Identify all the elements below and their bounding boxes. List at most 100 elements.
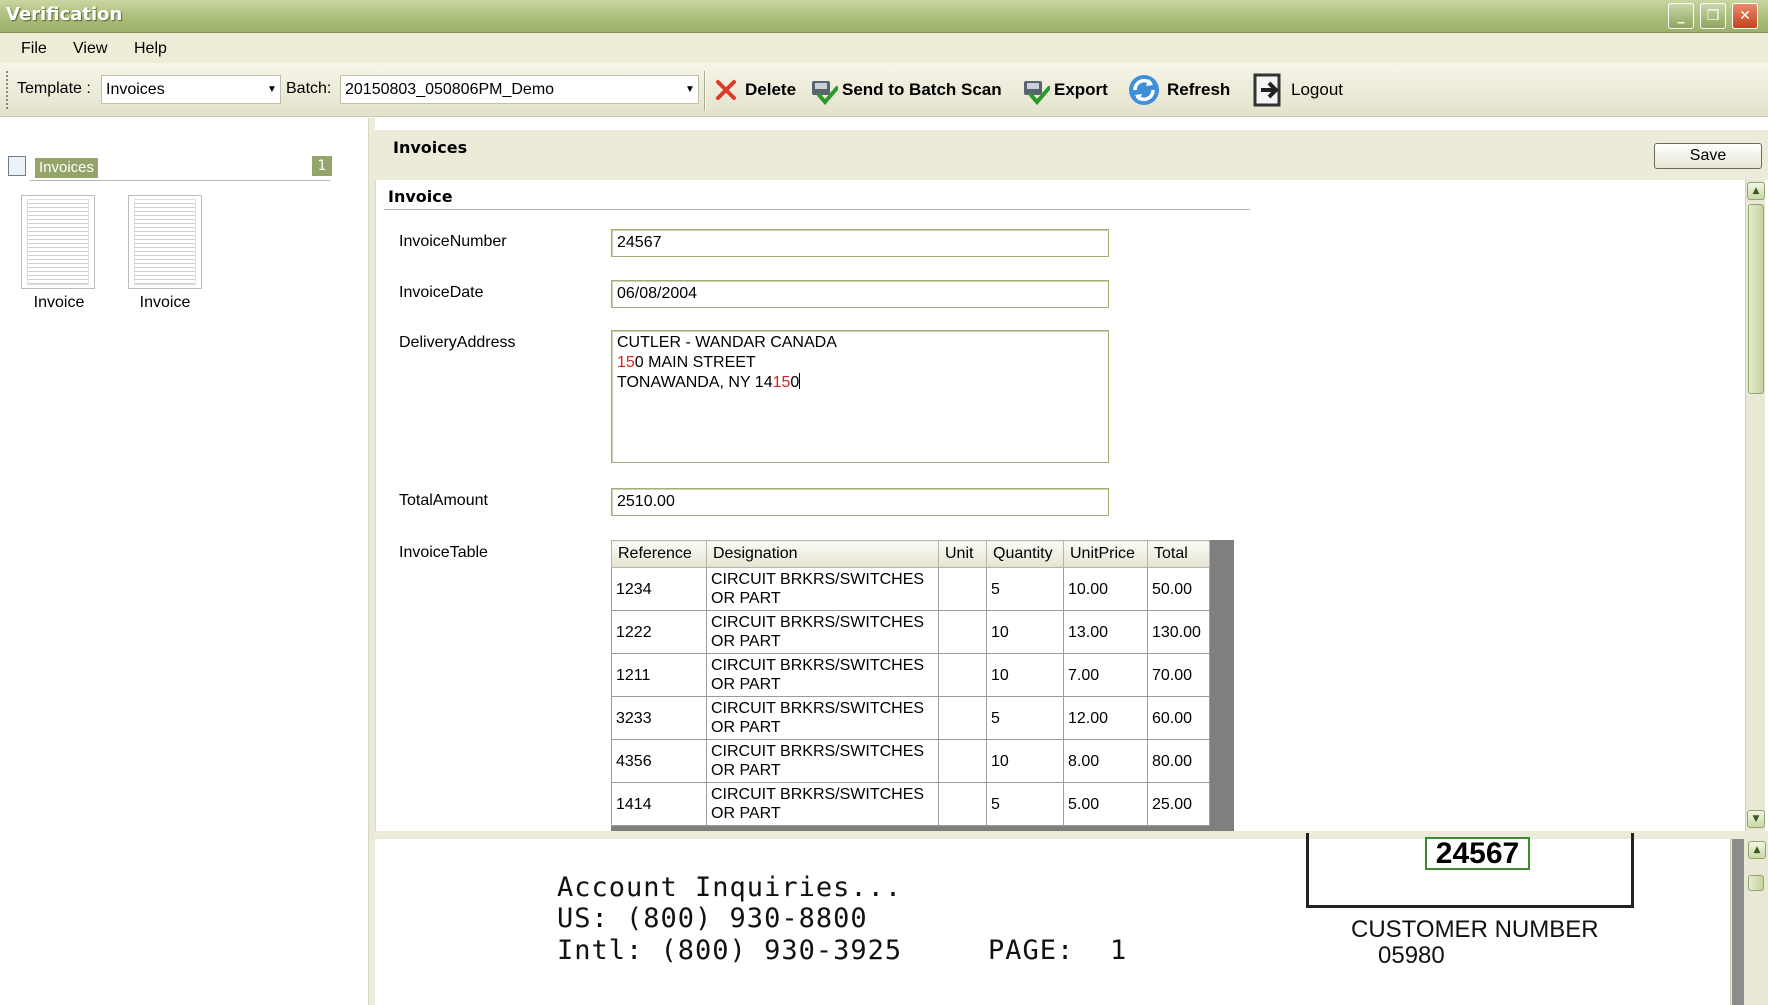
invoice-grid: Reference Designation Unit Quantity Unit… [611, 540, 1210, 826]
invoice-number-field[interactable]: 24567 [611, 229, 1109, 257]
cell-unit-price[interactable]: 8.00 [1063, 739, 1148, 783]
table-row[interactable]: 1211 CIRCUIT BRKRS/SWITCHES OR PART 10 7.… [611, 653, 1210, 697]
cell-designation[interactable]: CIRCUIT BRKRS/SWITCHES OR PART [706, 696, 939, 740]
column-header-reference[interactable]: Reference [611, 540, 707, 568]
table-header-row: Reference Designation Unit Quantity Unit… [611, 540, 1210, 568]
tree-node-invoices[interactable]: Invoices [35, 158, 99, 178]
cell-unit[interactable] [938, 696, 987, 740]
panel-title: Invoices [393, 138, 468, 157]
column-header-designation[interactable]: Designation [706, 540, 939, 568]
scroll-up-icon[interactable]: ▲ [1748, 841, 1766, 859]
delete-button[interactable]: Delete [713, 75, 796, 105]
cell-quantity[interactable]: 5 [986, 567, 1064, 611]
document-thumbnail[interactable] [128, 195, 202, 289]
cell-total[interactable]: 60.00 [1147, 696, 1210, 740]
chevron-down-icon[interactable]: ▼ [682, 76, 698, 103]
tree-divider [30, 180, 330, 181]
cell-unit-price[interactable]: 5.00 [1063, 782, 1148, 826]
invoice-table[interactable]: Reference Designation Unit Quantity Unit… [611, 540, 1234, 832]
cell-total[interactable]: 130.00 [1147, 610, 1210, 654]
highlighted-field-region: 24567 [1425, 837, 1530, 870]
document-thumbnail[interactable] [21, 195, 95, 289]
cell-reference[interactable]: 3233 [611, 696, 707, 740]
address-line-3-highlight: 15 [772, 374, 791, 391]
scroll-up-icon[interactable]: ▲ [1747, 182, 1765, 200]
scrollbar-thumb[interactable] [1748, 204, 1764, 394]
cell-designation[interactable]: CIRCUIT BRKRS/SWITCHES OR PART [706, 739, 939, 783]
export-button[interactable]: Export [1022, 75, 1108, 106]
send-to-batch-scan-button[interactable]: Send to Batch Scan [810, 75, 1002, 106]
cell-designation[interactable]: CIRCUIT BRKRS/SWITCHES OR PART [706, 610, 939, 654]
menu-file[interactable]: File [21, 40, 47, 58]
toolbar-grip[interactable] [6, 71, 9, 109]
scrollbar-thumb[interactable] [1748, 875, 1764, 891]
window-title: Verification [6, 4, 123, 25]
cell-quantity[interactable]: 10 [986, 739, 1064, 783]
document-page-icon [27, 199, 89, 285]
close-icon[interactable]: ✕ [1732, 3, 1758, 29]
cell-quantity[interactable]: 5 [986, 696, 1064, 740]
column-header-unit[interactable]: Unit [938, 540, 987, 568]
menu-view[interactable]: View [73, 40, 107, 58]
cell-designation[interactable]: CIRCUIT BRKRS/SWITCHES OR PART [706, 567, 939, 611]
cell-unit-price[interactable]: 10.00 [1063, 567, 1148, 611]
cell-designation[interactable]: CIRCUIT BRKRS/SWITCHES OR PART [706, 653, 939, 697]
cell-total[interactable]: 70.00 [1147, 653, 1210, 697]
refresh-button[interactable]: Refresh [1127, 75, 1230, 105]
table-row[interactable]: 4356 CIRCUIT BRKRS/SWITCHES OR PART 10 8.… [611, 739, 1210, 783]
batch-select[interactable]: 20150803_050806PM_Demo ▼ [340, 75, 699, 104]
document-list-icon [8, 156, 26, 176]
invoice-date-field[interactable]: 06/08/2004 [611, 280, 1109, 308]
cell-total[interactable]: 50.00 [1147, 567, 1210, 611]
chevron-down-icon[interactable]: ▼ [264, 76, 280, 103]
template-select[interactable]: Invoices ▼ [101, 75, 281, 104]
cell-unit[interactable] [938, 610, 987, 654]
export-check-icon [1022, 77, 1051, 106]
cell-quantity[interactable]: 10 [986, 610, 1064, 654]
cell-quantity[interactable]: 10 [986, 653, 1064, 697]
column-header-unit-price[interactable]: UnitPrice [1063, 540, 1148, 568]
table-row[interactable]: 1234 CIRCUIT BRKRS/SWITCHES OR PART 5 10.… [611, 567, 1210, 611]
designation-line: OR PART [711, 676, 781, 693]
delivery-address-field[interactable]: CUTLER - WANDAR CANADA 150 MAIN STREET T… [611, 330, 1109, 463]
column-header-total[interactable]: Total [1147, 540, 1210, 568]
cell-unit[interactable] [938, 739, 987, 783]
address-line-3-text: TONAWANDA, NY 14 [617, 374, 773, 391]
batch-label: Batch: [286, 80, 332, 97]
cell-designation[interactable]: CIRCUIT BRKRS/SWITCHES OR PART [706, 782, 939, 826]
table-row[interactable]: 3233 CIRCUIT BRKRS/SWITCHES OR PART 5 12.… [611, 696, 1210, 740]
menu-help[interactable]: Help [134, 40, 167, 58]
refresh-icon [1127, 73, 1161, 107]
table-row[interactable]: 1414 CIRCUIT BRKRS/SWITCHES OR PART 5 5.0… [611, 782, 1210, 826]
scroll-down-icon[interactable]: ▼ [1747, 810, 1765, 828]
cell-reference[interactable]: 1234 [611, 567, 707, 611]
scan-page-value: 1 [1110, 935, 1128, 966]
cell-quantity[interactable]: 5 [986, 782, 1064, 826]
table-row[interactable]: 1222 CIRCUIT BRKRS/SWITCHES OR PART 10 13… [611, 610, 1210, 654]
restore-icon[interactable]: ❐ [1700, 3, 1726, 29]
cell-reference[interactable]: 1414 [611, 782, 707, 826]
save-button[interactable]: Save [1654, 143, 1762, 169]
cell-reference[interactable]: 1211 [611, 653, 707, 697]
cell-total[interactable]: 25.00 [1147, 782, 1210, 826]
cell-unit-price[interactable]: 12.00 [1063, 696, 1148, 740]
cell-unit[interactable] [938, 653, 987, 697]
minimize-icon[interactable]: _ [1668, 3, 1694, 29]
cell-reference[interactable]: 4356 [611, 739, 707, 783]
form-scrollbar[interactable]: ▲ ▼ [1745, 180, 1765, 831]
scan-customer-label: CUSTOMER NUMBER [1351, 916, 1599, 943]
cell-unit[interactable] [938, 567, 987, 611]
total-amount-field[interactable]: 2510.00 [611, 488, 1109, 516]
column-header-quantity[interactable]: Quantity [986, 540, 1064, 568]
cell-unit[interactable] [938, 782, 987, 826]
address-line-3-end: 0 [790, 374, 800, 391]
cell-reference[interactable]: 1222 [611, 610, 707, 654]
image-scrollbar[interactable]: ▲ [1730, 839, 1768, 1005]
panel-splitter[interactable] [368, 118, 375, 1005]
designation-line: OR PART [711, 805, 781, 822]
cell-unit-price[interactable]: 13.00 [1063, 610, 1148, 654]
cell-total[interactable]: 80.00 [1147, 739, 1210, 783]
cell-unit-price[interactable]: 7.00 [1063, 653, 1148, 697]
logout-button[interactable]: Logout [1253, 73, 1343, 107]
scan-text-line: Intl: (800) 930-3925 [557, 935, 903, 966]
